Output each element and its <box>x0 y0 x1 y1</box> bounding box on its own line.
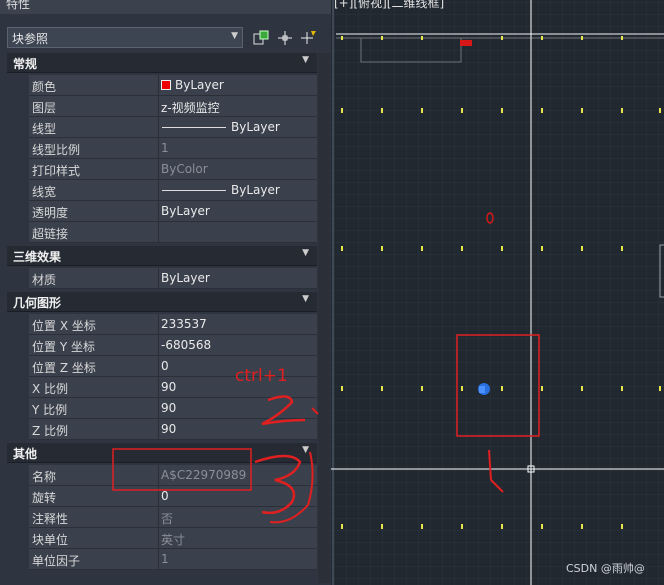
annotation-number-3 <box>254 454 302 515</box>
annotation-box-name <box>112 448 252 491</box>
annotation-overlay <box>112 395 319 524</box>
annotation-shortcut: ctrl+1 <box>235 366 288 386</box>
annotation-number-2 <box>261 395 306 426</box>
watermark: CSDN @雨帅@ <box>566 562 645 575</box>
